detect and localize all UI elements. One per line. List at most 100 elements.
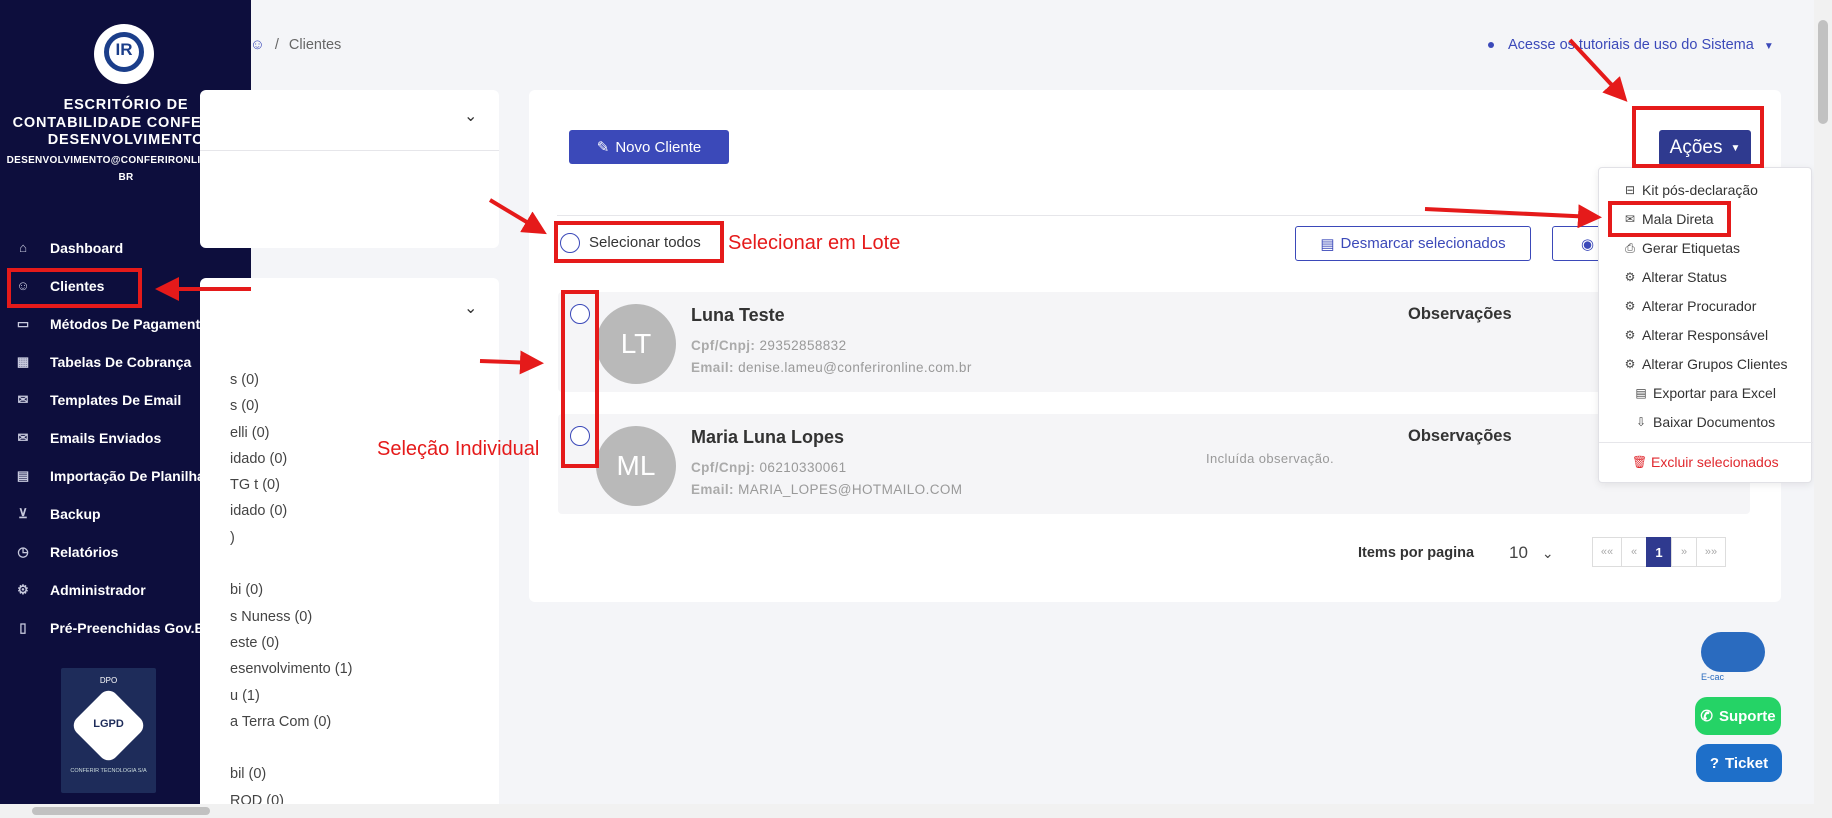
user-gear-icon: ⚙: [17, 582, 29, 597]
menu-item-grupos[interactable]: ⚙ Alterar Grupos Clientes: [1623, 356, 1788, 372]
eye-icon: ◉: [1581, 235, 1595, 253]
menu-item-procurador[interactable]: ⚙ Alterar Procurador: [1623, 298, 1757, 314]
items-per-page-select[interactable]: 10 ⌄: [1493, 537, 1563, 569]
file-icon: ▯: [19, 620, 27, 635]
menu-item-excluir[interactable]: 🗑 Excluir selecionados: [1632, 454, 1779, 470]
sidebar-item-label: Administrador: [50, 582, 146, 598]
annotation-box-clientes: [7, 268, 142, 308]
client-email: Email: MARIA_LOPES@HOTMAILO.COM: [691, 482, 963, 497]
sidebar-item-label: Relatórios: [50, 544, 119, 560]
filter-item[interactable]: este (0): [230, 635, 530, 661]
client-row[interactable]: ML Maria Luna Lopes Cpf/Cnpj: 0621033006…: [558, 414, 1750, 514]
divider: [1599, 442, 1813, 443]
sidebar-item-label: Dashboard: [50, 240, 124, 256]
question-icon: ?: [1709, 754, 1720, 772]
clock-icon: ◷: [17, 544, 29, 559]
filter-item[interactable]: [230, 556, 530, 582]
annotation-batch: Selecionar em Lote: [728, 232, 901, 254]
file-excel-icon: ▤: [1635, 386, 1647, 400]
bullet-icon: [1488, 42, 1494, 49]
building-icon: ▤: [1320, 235, 1335, 253]
edit-icon: ✎: [596, 139, 610, 156]
filter-item[interactable]: ): [230, 530, 530, 556]
vertical-scrollbar[interactable]: [1814, 0, 1832, 818]
client-row[interactable]: LT Luna Teste Cpf/Cnpj: 29352858832 Emai…: [558, 292, 1750, 392]
breadcrumb-current: Clientes: [288, 37, 342, 53]
avatar: LT: [596, 304, 676, 384]
client-name[interactable]: Luna Teste: [691, 305, 785, 326]
client-obs-text: Incluída observação.: [1206, 451, 1334, 466]
menu-item-etiquetas[interactable]: ⎙ Gerar Etiquetas: [1623, 240, 1740, 256]
annotation-box-individual: [561, 290, 599, 468]
building-icon: ▤: [16, 468, 30, 483]
table-icon: ▦: [16, 354, 30, 369]
annotation-box-mala-direta: [1608, 201, 1731, 237]
printer-icon: ⎙: [1625, 240, 1635, 255]
caret-down-icon: ▼: [1763, 41, 1774, 52]
user-gear-icon: ⚙: [1624, 357, 1636, 371]
sidebar-item-label: Métodos De Pagamento: [50, 316, 209, 332]
menu-item-responsavel[interactable]: ⚙ Alterar Responsável: [1623, 327, 1768, 343]
prev-page-button[interactable]: «: [1621, 537, 1647, 567]
filter-item[interactable]: esenvolvimento (1): [230, 661, 530, 687]
chevron-down-icon: ⌄: [1541, 544, 1554, 561]
filter-item[interactable]: [230, 740, 530, 766]
filter-item[interactable]: u (1): [230, 688, 530, 714]
chevron-down-icon[interactable]: ⌄: [464, 298, 477, 318]
annotation-box-select-all: [554, 221, 724, 263]
pagination: «« « 1 » »»: [1592, 537, 1726, 567]
support-button[interactable]: ✆ Suporte: [1695, 697, 1781, 735]
client-obs-title: Observações: [1408, 427, 1512, 445]
cloud-sync-icon: [1701, 632, 1765, 672]
last-page-button[interactable]: »»: [1696, 537, 1726, 567]
unselect-button[interactable]: ▤ Desmarcar selecionados: [1295, 226, 1531, 261]
filter-item[interactable]: TG t (0): [230, 477, 530, 503]
ecac-button[interactable]: E-cac: [1699, 630, 1769, 682]
company-logo: IR: [94, 24, 154, 84]
filter-item[interactable]: a Terra Com (0): [230, 714, 530, 740]
annotation-individual: Seleção Individual: [377, 438, 540, 460]
breadcrumb: ☺ / Clientes: [250, 37, 342, 53]
filter-item[interactable]: idado (0): [230, 503, 530, 529]
client-cpf: Cpf/Cnpj: 29352858832: [691, 338, 847, 353]
menu-item-baixar[interactable]: ⇩ Baixar Documentos: [1634, 414, 1775, 430]
client-email: Email: denise.lameu@conferironline.com.b…: [691, 360, 972, 375]
trash-icon: 🗑: [1632, 455, 1648, 469]
filter-item[interactable]: s (0): [230, 372, 530, 398]
ticket-button[interactable]: ? Ticket: [1696, 744, 1782, 782]
client-name[interactable]: Maria Luna Lopes: [691, 427, 844, 448]
filter-card-top: ⌄: [200, 90, 499, 248]
page-button[interactable]: 1: [1646, 537, 1672, 567]
filter-item[interactable]: s (0): [230, 398, 530, 424]
divider: [557, 215, 1757, 216]
sidebar-item-label: Emails Enviados: [50, 430, 162, 446]
new-client-button[interactable]: ✎ Novo Cliente: [569, 130, 729, 164]
file-download-icon: ⇩: [1635, 415, 1647, 429]
envelope-check-icon: ✉: [17, 430, 29, 445]
sidebar-item-label: Pré-Preenchidas Gov.Br: [50, 620, 211, 636]
sidebar-item-label: Importação De Planilhas: [50, 468, 213, 484]
client-cpf: Cpf/Cnpj: 06210330061: [691, 460, 847, 475]
first-page-button[interactable]: ««: [1592, 537, 1622, 567]
menu-item-kit[interactable]: ⊟ Kit pós-declaração: [1623, 182, 1758, 198]
items-per-page-label: Items por pagina: [1358, 545, 1475, 561]
menu-item-excel[interactable]: ▤ Exportar para Excel: [1634, 385, 1776, 401]
user-gear-icon: ⚙: [1624, 270, 1636, 284]
sidebar-item-label: Tabelas De Cobrança: [50, 354, 192, 370]
user-gear-icon: ⚙: [1624, 328, 1636, 342]
filter-item[interactable]: bil (0): [230, 766, 530, 792]
avatar: ML: [596, 426, 676, 506]
users-icon: ☺: [250, 37, 265, 53]
chevron-down-icon[interactable]: ⌄: [464, 106, 477, 126]
horizontal-scrollbar[interactable]: [0, 804, 1814, 818]
filter-item[interactable]: bi (0): [230, 582, 530, 608]
menu-item-status[interactable]: ⚙ Alterar Status: [1623, 269, 1727, 285]
tutorial-link[interactable]: Acesse os tutoriais de uso do Sistema ▼: [1488, 37, 1774, 53]
user-gear-icon: ⚙: [1624, 299, 1636, 313]
next-page-button[interactable]: »: [1671, 537, 1697, 567]
sidebar-item-label: Backup: [50, 506, 101, 522]
filter-item[interactable]: s Nuness (0): [230, 609, 530, 635]
envelope-icon: ✉: [17, 392, 29, 407]
annotation-box-actions: [1632, 106, 1764, 168]
briefcase-icon: ⊟: [1624, 183, 1636, 197]
